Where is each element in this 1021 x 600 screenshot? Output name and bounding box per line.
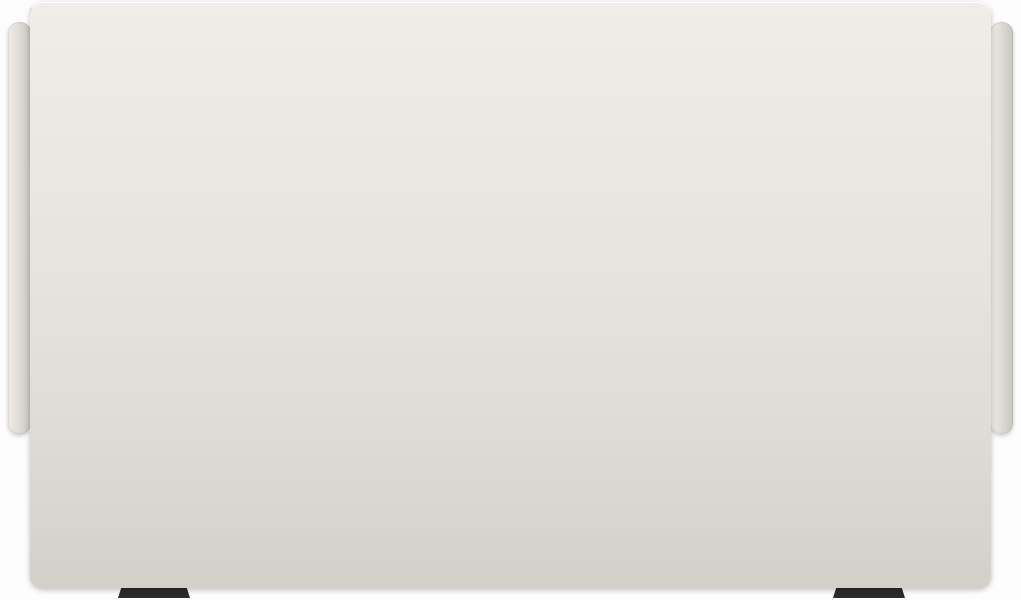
- chassis: [30, 2, 991, 588]
- instrument-front-panel: KEYSIGHT ENA Network Analyzer E5080A 9kH…: [0, 0, 1021, 600]
- rack-handle-right: [990, 22, 1013, 434]
- rack-handle-left: [8, 22, 31, 434]
